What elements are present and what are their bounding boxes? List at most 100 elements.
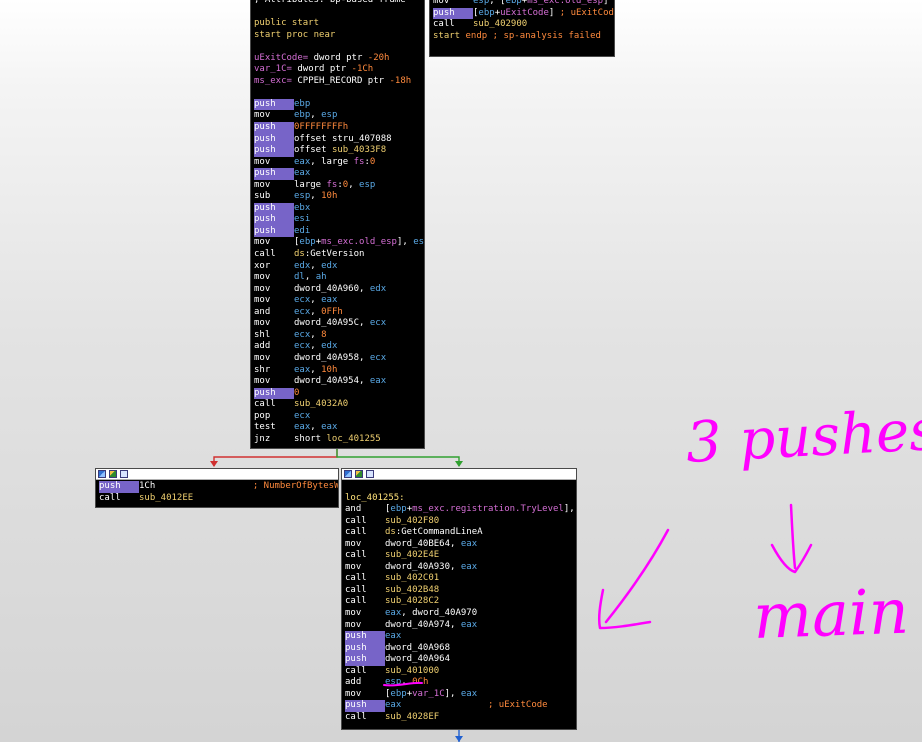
asm-line[interactable]: push [ebp+uExitCode] ; uExitCode [433, 7, 614, 20]
asm-line[interactable]: mov dword_40A958, ecx [254, 353, 421, 365]
color-node-icon[interactable] [355, 470, 363, 478]
mnemonic: mov [345, 538, 362, 549]
asm-line[interactable]: and ecx, 0FFh [254, 307, 421, 319]
asm-line[interactable] [254, 7, 421, 19]
asm-line[interactable]: mov dword_40A95C, ecx [254, 318, 421, 330]
asm-line[interactable]: public start [254, 18, 421, 30]
mnemonic: mov [254, 272, 271, 283]
asm-line[interactable]: add ecx, edx [254, 341, 421, 353]
operands: offset stru_407088 [294, 133, 392, 144]
asm-line[interactable]: mov [ebp+var_1C], eax [345, 689, 573, 701]
collapse-node-icon[interactable] [120, 470, 128, 478]
node-header [342, 469, 576, 480]
asm-line[interactable]: ms_exc= CPPEH_RECORD ptr -18h [254, 76, 421, 88]
asm-line[interactable]: and [ebp+ms_exc.registration.TryLevel], 0 [345, 504, 575, 516]
asm-line[interactable]: add esp, 0Ch [345, 677, 573, 689]
graph-view-icon[interactable] [344, 470, 352, 478]
graph-node-loc-401255[interactable]: loc_401255: and [ebp+ms_exc.registration.T… [341, 468, 577, 730]
graph-view-icon[interactable] [98, 470, 106, 478]
asm-line[interactable]: uExitCode= dword ptr -20h [254, 53, 421, 65]
asm-line[interactable]: call sub_402B48 [345, 585, 573, 597]
asm-line[interactable]: mov dl, ah [254, 272, 421, 284]
asm-line[interactable] [345, 481, 573, 493]
color-node-icon[interactable] [109, 470, 117, 478]
asm-line[interactable]: call sub_4032A0 [254, 399, 421, 411]
asm-line[interactable]: push dword_40A968 [345, 642, 573, 655]
graph-node-exit[interactable]: mov esp, [ebp+ms_exc.old_esp] push [ebp+uEx… [429, 0, 615, 57]
asm-line[interactable]: push edi [254, 225, 421, 238]
asm-line[interactable]: mov dword_40BE64, eax [345, 539, 573, 551]
mnemonic: call [254, 249, 276, 260]
asm-line[interactable]: loc_401255: [345, 493, 573, 505]
asm-line[interactable]: push offset stru_407088 [254, 133, 421, 146]
asm-line[interactable]: mov dword_40A960, edx [254, 284, 421, 296]
asm-line[interactable]: mov eax, dword_40A970 [345, 608, 573, 620]
mnemonic: sub [254, 191, 271, 202]
hand-arrow-left [597, 528, 670, 630]
operands: ecx, eax [294, 295, 338, 306]
asm-line[interactable]: push 0 [254, 387, 421, 400]
asm-line[interactable]: push eax [345, 631, 573, 643]
mnemonic: mov [254, 376, 271, 387]
operands: dword_40A964 [385, 654, 451, 665]
operands: eax, dword_40A970 [385, 608, 478, 619]
asm-line[interactable]: jnz short loc_401255 [254, 434, 421, 446]
asm-line[interactable]: mov dword_40A930, eax [345, 562, 573, 574]
asm-line[interactable]: start proc near [254, 30, 421, 42]
mnemonic: mov [345, 561, 362, 572]
asm-line[interactable]: mov dword_40A954, eax [254, 376, 421, 388]
operands: 0FFFFFFFFh [294, 122, 349, 133]
mnemonic: push [254, 168, 294, 180]
asm-line[interactable]: shr eax, 10h [254, 365, 421, 377]
listing-text: ms_exc= CPPEH_RECORD ptr -18h [254, 75, 412, 86]
asm-line[interactable]: push dword_40A964 [345, 654, 573, 666]
asm-line[interactable]: call ds:GetCommandLineA [345, 527, 573, 539]
asm-line[interactable]: mov ecx, eax [254, 295, 421, 307]
asm-line[interactable]: shl ecx, 8 [254, 330, 421, 342]
asm-line[interactable]: mov ebp, esp [254, 110, 421, 122]
mnemonic: jnz [254, 433, 271, 444]
asm-line[interactable]: push esi [254, 214, 421, 226]
collapse-node-icon[interactable] [366, 470, 374, 478]
asm-line[interactable]: call sub_4028EF [345, 712, 573, 724]
mnemonic: call [345, 515, 367, 526]
asm-line[interactable]: push ebp [254, 98, 421, 111]
asm-line[interactable]: call sub_4012EE [99, 493, 335, 505]
operands: sub_4032A0 [294, 399, 349, 410]
asm-line[interactable]: push1Ch ; NumberOfBytesWritten [99, 481, 338, 493]
asm-line[interactable] [254, 41, 421, 53]
asm-line[interactable]: push ebx [254, 202, 421, 215]
asm-line[interactable]: mov [ebp+ms_exc.old_esp], esp [254, 237, 424, 249]
asm-line[interactable]: call sub_402F80 [345, 516, 573, 528]
asm-line[interactable]: pop ecx [254, 411, 421, 423]
asm-line[interactable]: mov eax, large fs:0 [254, 157, 421, 169]
asm-line[interactable]: call sub_402C01 [345, 573, 573, 585]
asm-line[interactable]: call sub_4028C2 [345, 596, 573, 608]
asm-line[interactable]: var_1C= dword ptr -1Ch [254, 64, 421, 76]
asm-line[interactable]: mov dword_40A974, eax [345, 620, 573, 632]
asm-line[interactable] [254, 87, 421, 99]
asm-line[interactable]: push eax [254, 168, 421, 180]
asm-line[interactable]: call sub_402E4E [345, 550, 573, 562]
graph-node-left[interactable]: push1Ch ; NumberOfBytesWrittencallsub_40… [95, 468, 339, 508]
asm-line[interactable]: call ds:GetVersion [254, 249, 421, 261]
asm-line[interactable]: push 0FFFFFFFFh [254, 122, 421, 134]
mnemonic: mov [345, 619, 362, 630]
mnemonic: push [254, 214, 294, 226]
mnemonic: push [254, 202, 294, 215]
graph-node-start[interactable]: ; Attributes: bp-based frame public start… [250, 0, 425, 449]
asm-line[interactable]: mov large fs:0, esp [254, 180, 421, 192]
mnemonic: push [345, 654, 385, 666]
asm-line[interactable]: sub esp, 10h [254, 191, 421, 203]
asm-line[interactable]: test eax, eax [254, 422, 421, 434]
asm-line[interactable]: call sub_402900 [433, 19, 611, 31]
asm-line[interactable]: xor edx, edx [254, 261, 421, 273]
asm-line[interactable]: call sub_401000 [345, 666, 573, 678]
asm-line[interactable]: start endp ; sp-analysis failed [433, 31, 611, 43]
operands: short loc_401255 [294, 433, 381, 444]
mnemonic: call [345, 584, 367, 595]
asm-line[interactable]: push eax ; uExitCode [345, 700, 573, 712]
asm-line[interactable]: push offset sub_4033F8 [254, 145, 421, 157]
asm-line[interactable]: mov esp, [ebp+ms_exc.old_esp] [433, 0, 611, 8]
annotation-3-pushes: 3 pushes [684, 398, 922, 476]
